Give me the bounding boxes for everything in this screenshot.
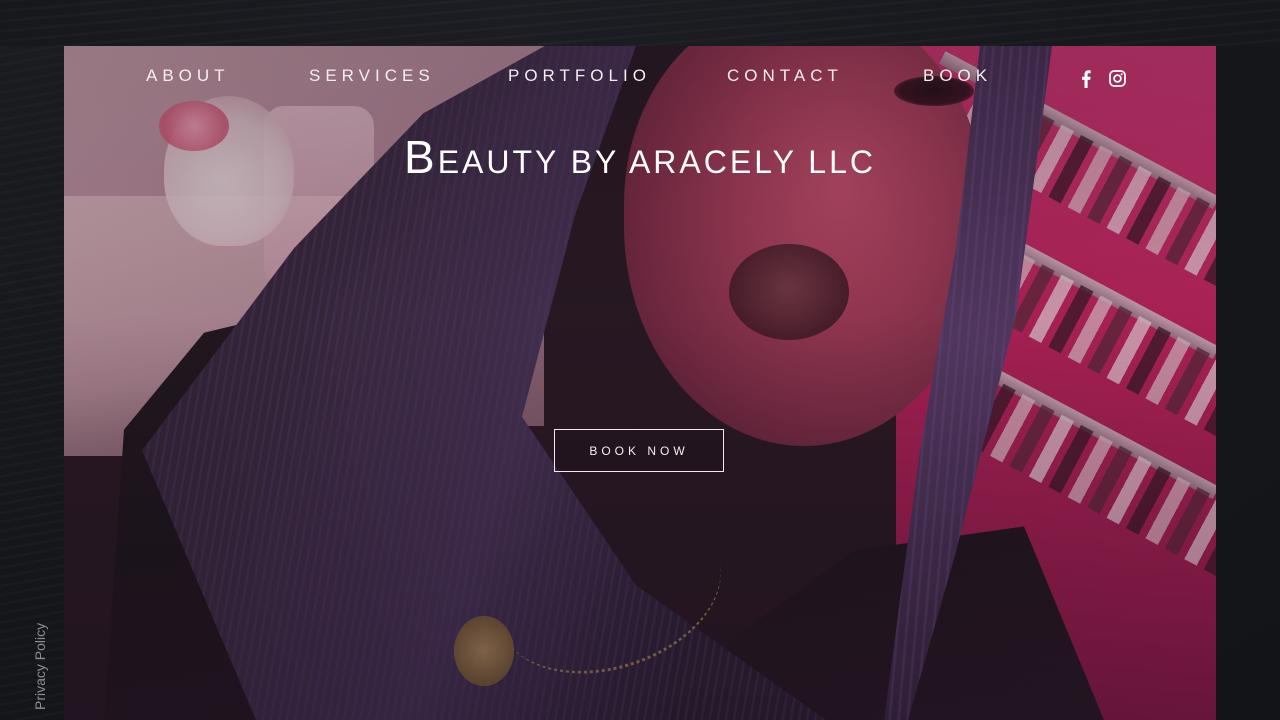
instagram-icon[interactable] xyxy=(1109,70,1126,87)
nav-item-portfolio[interactable]: PORTFOLIO xyxy=(508,66,651,86)
background-top-strip xyxy=(0,0,1280,46)
privacy-policy-link[interactable]: Privacy Policy xyxy=(32,623,48,710)
background-texture xyxy=(0,0,64,720)
facebook-icon[interactable] xyxy=(1080,70,1092,88)
nav-item-services[interactable]: SERVICES xyxy=(309,66,435,86)
site-title-rest: EAUTY BY ARACELY LLC xyxy=(437,144,876,180)
nav-item-book[interactable]: BOOK xyxy=(923,66,992,86)
main-navigation: ABOUT SERVICES PORTFOLIO CONTACT BOOK xyxy=(64,46,1216,106)
nav-item-about[interactable]: ABOUT xyxy=(146,66,230,86)
page: ABOUT SERVICES PORTFOLIO CONTACT BOOK BE… xyxy=(0,0,1280,720)
site-title-initial: B xyxy=(404,131,438,183)
site-title: BEAUTY BY ARACELY LLC xyxy=(64,130,1216,184)
book-now-button[interactable]: BOOK NOW xyxy=(554,429,724,472)
nav-item-contact[interactable]: CONTACT xyxy=(727,66,843,86)
